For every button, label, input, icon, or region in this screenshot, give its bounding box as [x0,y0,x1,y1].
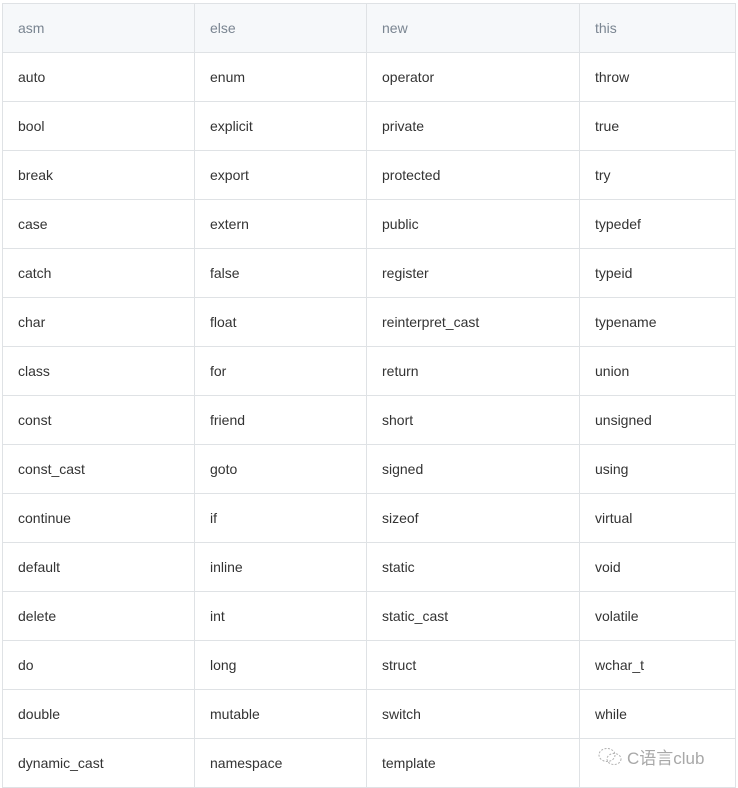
table-cell: void [579,542,736,592]
table-row: default inline static void [2,542,736,592]
table-cell: float [194,297,367,347]
table-cell: reinterpret_cast [366,297,580,347]
table-cell: while [579,689,736,739]
wechat-icon [598,747,622,765]
table-cell: operator [366,52,580,102]
table-cell: bool [2,101,195,151]
table-row: class for return union [2,346,736,396]
table-cell: switch [366,689,580,739]
table-cell: case [2,199,195,249]
table-cell: public [366,199,580,249]
table-cell: explicit [194,101,367,151]
keywords-table: asm else new this auto enum operator throw b… [2,3,736,788]
table-cell: unsigned [579,395,736,445]
table-cell: signed [366,444,580,494]
table-cell: const [2,395,195,445]
table-cell: struct [366,640,580,690]
table-cell: true [579,101,736,151]
table-cell: protected [366,150,580,200]
table-cell: catch [2,248,195,298]
table-cell: for [194,346,367,396]
table-header-row: asm else new this [2,3,736,53]
table-cell: private [366,101,580,151]
table-cell: goto [194,444,367,494]
table-cell: continue [2,493,195,543]
table-cell: if [194,493,367,543]
table-cell: sizeof [366,493,580,543]
table-row: delete int static_cast volatile [2,591,736,641]
table-row: char float reinterpret_cast typename [2,297,736,347]
table-row: do long struct wchar_t [2,640,736,690]
table-cell: typename [579,297,736,347]
table-cell: register [366,248,580,298]
table-cell: static_cast [366,591,580,641]
table-cell: typedef [579,199,736,249]
table-row: auto enum operator throw [2,52,736,102]
table-cell: int [194,591,367,641]
table-cell: class [2,346,195,396]
table-cell: return [366,346,580,396]
table-row: bool explicit private true [2,101,736,151]
table-cell: default [2,542,195,592]
watermark-text: C语言club [627,749,705,768]
table-cell: template [366,738,580,788]
table-cell: friend [194,395,367,445]
table-cell: dynamic_cast [2,738,195,788]
table-row: break export protected try [2,150,736,200]
header-cell: asm [2,3,195,53]
table-cell: using [579,444,736,494]
header-cell: new [366,3,580,53]
table-cell: false [194,248,367,298]
table-cell: try [579,150,736,200]
table-cell: long [194,640,367,690]
table-cell: double [2,689,195,739]
table-cell: mutable [194,689,367,739]
table-row: case extern public typedef [2,199,736,249]
header-cell: this [579,3,736,53]
table-cell: typeid [579,248,736,298]
table-cell: export [194,150,367,200]
table-cell: delete [2,591,195,641]
table-cell: union [579,346,736,396]
table-cell: char [2,297,195,347]
table-cell: enum [194,52,367,102]
table-cell: inline [194,542,367,592]
table-cell: wchar_t [579,640,736,690]
table-row: catch false register typeid [2,248,736,298]
table-row: const_cast goto signed using [2,444,736,494]
table-cell: break [2,150,195,200]
table-cell: const_cast [2,444,195,494]
table-row: continue if sizeof virtual [2,493,736,543]
table-cell: do [2,640,195,690]
table-row: const friend short unsigned [2,395,736,445]
table-row: double mutable switch while [2,689,736,739]
watermark: C语言club [597,744,704,769]
table-cell: namespace [194,738,367,788]
table-cell: short [366,395,580,445]
table-cell: volatile [579,591,736,641]
header-cell: else [194,3,367,53]
table-cell: extern [194,199,367,249]
table-cell: auto [2,52,195,102]
table-cell: static [366,542,580,592]
table-cell: throw [579,52,736,102]
table-cell: virtual [579,493,736,543]
